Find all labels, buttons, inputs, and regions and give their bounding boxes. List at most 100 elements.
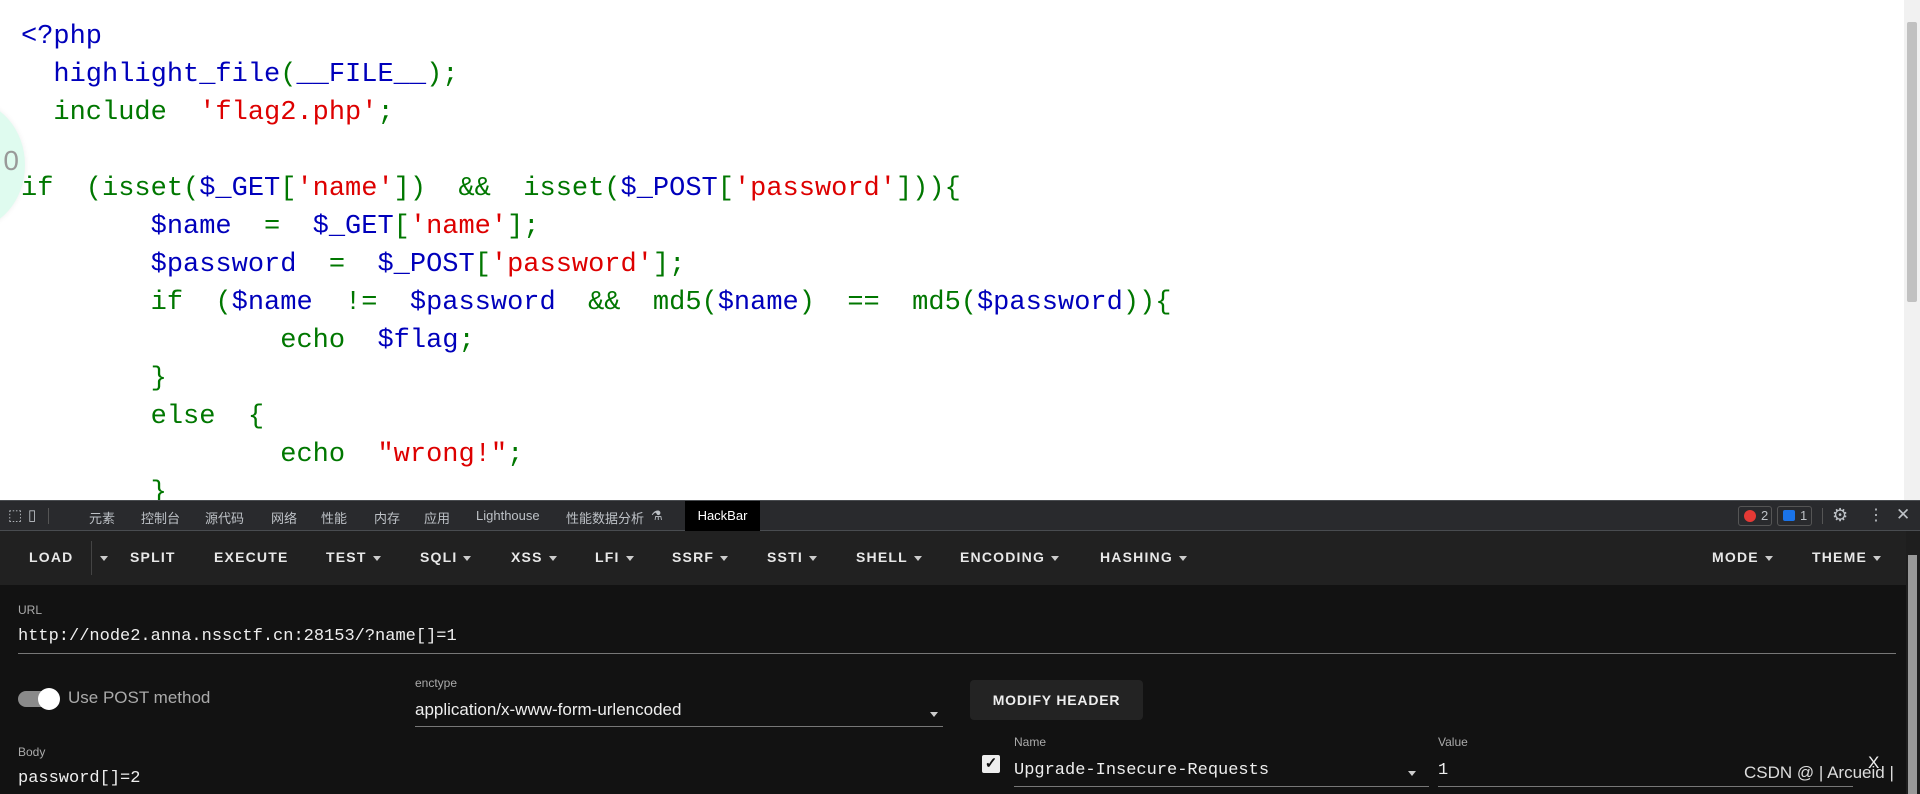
code-token: )){ (1122, 288, 1172, 318)
code-token: != (312, 288, 410, 318)
code-token: $name (21, 212, 232, 242)
header-name-input[interactable]: Upgrade-Insecure-Requests (1014, 761, 1269, 780)
encoding-menu[interactable]: ENCODING (960, 549, 1060, 565)
code-token: $flag (377, 326, 459, 356)
code-token: = (296, 250, 378, 280)
header-name-label: Name (1014, 735, 1047, 749)
code-token: $name (717, 288, 799, 318)
devtools-scrollbar[interactable] (1906, 531, 1920, 794)
code-token: if ( (21, 288, 232, 318)
code-token: $_POST (620, 174, 718, 204)
code-token: <?php (21, 22, 103, 52)
php-source-page: 0 <?php highlight_file(__FILE__); includ… (0, 0, 1920, 500)
tab-performance-insights[interactable]: 性能数据分析 (566, 508, 644, 527)
code-line: <?php (21, 18, 1171, 56)
code-token: } (21, 478, 167, 500)
code-token: else { (21, 402, 265, 432)
code-token: $password (976, 288, 1123, 318)
device-toggle-icon[interactable]: ▯ (28, 506, 36, 524)
error-icon (1744, 510, 1756, 522)
message-icon (1783, 510, 1795, 521)
tab-lighthouse[interactable]: Lighthouse (476, 508, 540, 523)
code-line: echo $flag; (21, 322, 1171, 360)
code-token: 'flag2.php' (199, 98, 378, 128)
load-button[interactable]: LOAD (29, 549, 73, 565)
sqli-menu[interactable]: SQLI (420, 549, 472, 565)
code-token: include (21, 98, 200, 128)
code-line: include 'flag2.php'; (21, 94, 1171, 132)
code-token: [ (280, 174, 297, 204)
code-token: $name (231, 288, 313, 318)
code-token: ) == md5( (798, 288, 977, 318)
code-line: else { (21, 398, 1171, 436)
error-count-badge[interactable]: 2 (1738, 506, 1772, 526)
code-token: ); (426, 60, 459, 90)
code-token: 'name' (296, 174, 394, 204)
tab-performance[interactable]: 性能 (321, 508, 347, 527)
code-token: $_GET (312, 212, 394, 242)
header-enabled-checkbox[interactable]: ✓ (982, 755, 1000, 773)
post-method-toggle[interactable] (18, 688, 60, 710)
page-scrollbar[interactable] (1904, 0, 1920, 500)
code-token: } (21, 364, 167, 394)
watermark: CSDN @ | Arcueid | (1744, 763, 1894, 782)
hashing-menu[interactable]: HASHING (1100, 549, 1187, 565)
tab-sources[interactable]: 源代码 (205, 508, 244, 527)
load-dropdown[interactable] (94, 549, 108, 565)
code-token: ; (377, 98, 394, 128)
close-devtools-icon[interactable]: ✕ (1896, 505, 1910, 525)
code-token: "wrong!" (377, 440, 508, 470)
modify-header-button[interactable]: MODIFY HEADER (970, 680, 1143, 720)
enctype-label: enctype (415, 676, 458, 690)
body-input[interactable]: password[]=2 (18, 769, 140, 788)
tab-network[interactable]: 网络 (271, 508, 297, 527)
split-button[interactable]: SPLIT (130, 549, 176, 565)
mode-menu[interactable]: MODE (1712, 549, 1773, 565)
code-token: ])){ (895, 174, 961, 204)
code-line: } (21, 360, 1171, 398)
code-line: echo "wrong!"; (21, 436, 1171, 474)
more-options-icon[interactable]: ⋮ (1868, 505, 1884, 525)
header-value-input[interactable]: 1 (1438, 761, 1448, 780)
ssrf-menu[interactable]: SSRF (672, 549, 729, 565)
code-token: ]; (652, 250, 686, 280)
code-token: ( (280, 60, 297, 90)
code-token: echo (21, 326, 378, 356)
code-token: ; (507, 440, 524, 470)
url-input[interactable]: http://node2.anna.nssctf.cn:28153/?name[… (18, 627, 457, 646)
settings-gear-icon[interactable]: ⚙ (1832, 505, 1848, 526)
code-token: 'password' (490, 250, 653, 280)
execute-button[interactable]: EXECUTE (214, 549, 289, 565)
code-token: 'password' (733, 174, 896, 204)
tab-memory[interactable]: 内存 (374, 508, 400, 527)
code-line: if ($name != $password && md5($name) == … (21, 284, 1172, 322)
code-line: highlight_file(__FILE__); (21, 56, 1171, 94)
lfi-menu[interactable]: LFI (595, 549, 634, 565)
code-token: && md5( (555, 288, 718, 318)
enctype-select[interactable]: application/x-www-form-urlencoded (415, 700, 681, 720)
code-token: 'name' (409, 212, 508, 242)
hackbar-panel: URL http://node2.anna.nssctf.cn:28153/?n… (0, 585, 1920, 794)
caret-down-icon (100, 555, 108, 561)
xss-menu[interactable]: XSS (511, 549, 557, 565)
highlighted-source: <?php highlight_file(__FILE__); include … (21, 18, 1171, 500)
message-count-badge[interactable]: 1 (1777, 506, 1812, 526)
test-menu[interactable]: TEST (326, 549, 381, 565)
tab-elements[interactable]: 元素 (89, 508, 115, 527)
code-line: } (21, 474, 1171, 500)
tab-application[interactable]: 应用 (424, 508, 450, 527)
tab-hackbar[interactable]: HackBar (685, 501, 760, 531)
code-token: [ (393, 212, 410, 242)
code-token: $password (21, 250, 297, 280)
inspect-icon[interactable]: ⬚ (8, 506, 22, 524)
code-token: $password (409, 288, 556, 318)
body-label: Body (18, 745, 46, 759)
tab-console[interactable]: 控制台 (141, 508, 180, 527)
theme-menu[interactable]: THEME (1812, 549, 1881, 565)
code-token: [ (474, 250, 491, 280)
code-token: highlight_file (21, 60, 281, 90)
code-line: $password = $_POST['password']; (21, 246, 1171, 284)
shell-menu[interactable]: SHELL (856, 549, 922, 565)
ssti-menu[interactable]: SSTI (767, 549, 817, 565)
